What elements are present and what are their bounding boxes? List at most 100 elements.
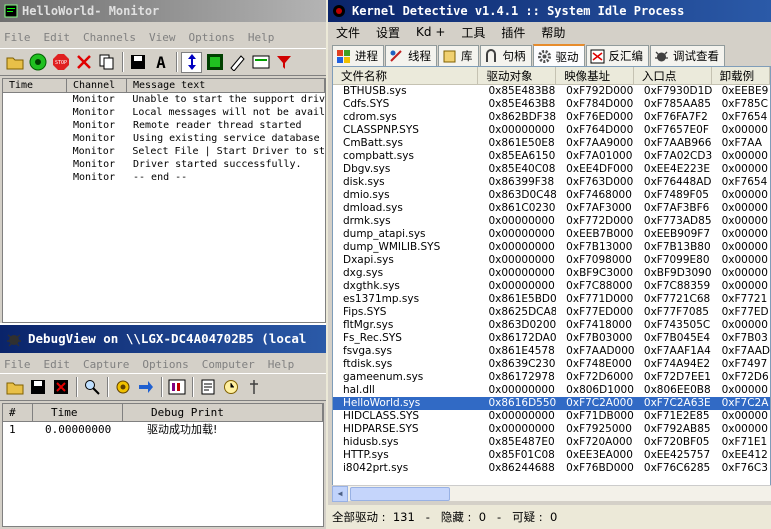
list-item[interactable]: 1 0.00000000 驱动成功加载! [3, 422, 323, 438]
table-row[interactable]: CLASSPNP.SYS 0x00000000 0xF764D000 0xF7657E… [333, 124, 770, 137]
table-row[interactable]: dmio.sys 0x863D0C48 0xF7468000 0xF7489F05 0x… [333, 189, 770, 202]
table-row[interactable]: disk.sys 0x86399F38 0xF763D000 0xF76448AD 0x… [333, 176, 770, 189]
start-green-icon[interactable] [27, 52, 48, 73]
tab-debug-view[interactable]: 调试查看 [650, 45, 725, 66]
table-row[interactable]: dmload.sys 0x861C0230 0xF7AF3000 0xF7AF3BF6… [333, 202, 770, 215]
save-icon[interactable] [127, 52, 148, 73]
table-row[interactable]: hal.dll 0x00000000 0x806D1000 0x806EE0B8 0x0… [333, 384, 770, 397]
table-row[interactable]: Dbgv.sys 0x85E40C08 0xEE4DF000 0xEE4E223E 0x… [333, 163, 770, 176]
open-folder-icon[interactable] [4, 52, 25, 73]
table-row[interactable]: fsvga.sys 0x861E4578 0xF7AAD000 0xF7AAF1A4 0… [333, 345, 770, 358]
table-row[interactable]: HIDCLASS.SYS 0x00000000 0xF71DB000 0xF71E2E… [333, 410, 770, 423]
table-row[interactable]: dump_atapi.sys 0x00000000 0xEEB7B000 0xEEB9… [333, 228, 770, 241]
table-row[interactable]: Cdfs.SYS 0x85E463B8 0xF784D000 0xF785AA85 0x… [333, 98, 770, 111]
tab-handles[interactable]: 句柄 [479, 45, 532, 66]
table-row[interactable]: i8042prt.sys 0x86244688 0xF76BD000 0xF76C62… [333, 462, 770, 475]
list-item[interactable]: Monitor Unable to start the support driv [3, 93, 325, 106]
font-icon[interactable]: A [150, 52, 171, 73]
menu-kd-plus[interactable]: Kd + [416, 25, 445, 39]
scroll-left-arrow-icon[interactable]: ◀ [332, 485, 348, 502]
table-row[interactable]: dump_WMILIB.SYS 0x00000000 0xF7B13000 0xF7B… [333, 241, 770, 254]
list-item[interactable]: Monitor Select File | Start Driver to st [3, 145, 325, 158]
table-row[interactable]: ftdisk.sys 0x8639C230 0xF748E000 0xF74A94E2… [333, 358, 770, 371]
menu-edit[interactable]: Edit [44, 31, 71, 44]
table-row[interactable]: dxgthk.sys 0x00000000 0xF7C88000 0xF7C88359… [333, 280, 770, 293]
find-icon[interactable] [81, 377, 102, 398]
menu-file[interactable]: File [4, 358, 31, 371]
tab-drivers[interactable]: 驱动 [532, 44, 585, 67]
table-row[interactable]: HTTP.sys 0x85F01C08 0xEE3EA000 0xEE425757 0x… [333, 449, 770, 462]
column-unload-routine[interactable]: 卸载例 [712, 67, 770, 84]
list-item[interactable]: Monitor Local messages will not be avail [3, 106, 325, 119]
list-item[interactable]: Monitor -- end -- [3, 171, 325, 184]
clear-log-icon[interactable] [50, 377, 71, 398]
capture-kernel-icon[interactable] [112, 377, 133, 398]
menu-options[interactable]: Options [142, 358, 188, 371]
table-row[interactable]: cdrom.sys 0x862BDF38 0xF76ED000 0xF76FA7F2 0… [333, 111, 770, 124]
column-number[interactable]: # [3, 404, 33, 422]
menu-edit[interactable]: Edit [44, 358, 71, 371]
column-time[interactable]: Time [33, 404, 123, 422]
highlight-icon[interactable] [250, 52, 271, 73]
menu-help[interactable]: Help [268, 358, 295, 371]
table-row[interactable]: dxg.sys 0x00000000 0xBF9C3000 0xBF9D3090 0x0… [333, 267, 770, 280]
list-item[interactable]: Monitor Driver started successfully. [3, 158, 325, 171]
driver-table[interactable]: 文件名称 驱动对象 映像基址 入口点 卸载例 BTHUSB.sys 0x85E48… [332, 66, 771, 501]
menu-help[interactable]: 帮助 [541, 24, 565, 41]
list-item[interactable]: Monitor Remote reader thread started [3, 119, 325, 132]
list-item[interactable]: Monitor Using existing service database [3, 132, 325, 145]
debugview-output-list[interactable]: # Time Debug Print 1 0.00000000 驱动成功加载! [2, 403, 324, 527]
column-message-text[interactable]: Message text [127, 79, 325, 93]
menu-capture[interactable]: Capture [83, 358, 129, 371]
table-row[interactable]: compbatt.sys 0x85EA6150 0xF7A01000 0xF7A02C… [333, 150, 770, 163]
table-row[interactable]: drmk.sys 0x00000000 0xF772D000 0xF773AD85 0x… [333, 215, 770, 228]
filter-icon[interactable] [197, 377, 218, 398]
table-row[interactable]: Fips.SYS 0x8625DCA8 0xF77ED000 0xF77F7085 0x… [333, 306, 770, 319]
table-row[interactable]: es1371mp.sys 0x861E5BD0 0xF771D000 0xF7721C… [333, 293, 770, 306]
timestamp-clock-icon[interactable] [220, 377, 241, 398]
monitor-titlebar[interactable]: HelloWorld- Monitor [0, 0, 326, 22]
copy-icon[interactable] [96, 52, 117, 73]
tab-threads[interactable]: 线程 [385, 45, 437, 66]
autoscroll-icon[interactable] [181, 51, 202, 73]
open-folder-icon[interactable] [4, 377, 25, 398]
menu-view[interactable]: View [149, 31, 176, 44]
column-file-name[interactable]: 文件名称 [333, 67, 479, 84]
tab-libraries[interactable]: 库 [438, 45, 479, 66]
table-row[interactable]: CmBatt.sys 0x861E50E8 0xF7AA9000 0xF7AAB966… [333, 137, 770, 150]
table-row[interactable]: BTHUSB.sys 0x85E483B8 0xF792D000 0xF7930D1D… [333, 85, 770, 98]
stop-icon[interactable]: STOP [50, 52, 71, 73]
menu-options[interactable]: Options [188, 31, 234, 44]
table-row[interactable]: gameenum.sys 0x86172978 0xF72D6000 0xF72D7E… [333, 371, 770, 384]
menu-help[interactable]: Help [248, 31, 275, 44]
debugview-titlebar[interactable]: DebugView on \\LGX-DC4A04702B5 (local [0, 325, 326, 353]
menu-settings[interactable]: 设置 [376, 24, 400, 41]
column-driver-object[interactable]: 驱动对象 [478, 67, 557, 84]
table-row[interactable]: hidusb.sys 0x85E487E0 0xF720A000 0xF720BF05… [333, 436, 770, 449]
menu-tools[interactable]: 工具 [461, 24, 485, 41]
capture-icon[interactable] [204, 52, 225, 73]
horizontal-scrollbar[interactable]: ◀ [332, 485, 771, 502]
menu-file[interactable]: File [4, 31, 31, 44]
table-row[interactable]: Fs_Rec.SYS 0x86172DA0 0xF7B03000 0xF7B045E4… [333, 332, 770, 345]
filter-icon[interactable] [227, 52, 248, 73]
table-row[interactable]: HIDPARSE.SYS 0x00000000 0xF7925000 0xF792AB… [333, 423, 770, 436]
menu-channels[interactable]: Channels [83, 31, 136, 44]
column-entry-point[interactable]: 入口点 [634, 67, 712, 84]
tab-processes[interactable]: 进程 [332, 45, 384, 66]
save-icon[interactable] [27, 377, 48, 398]
monitor-message-list[interactable]: Time Channel Message text Monitor Unable … [2, 78, 326, 323]
column-channel[interactable]: Channel [67, 79, 127, 93]
menu-file[interactable]: 文件 [336, 24, 360, 41]
tab-disassembler[interactable]: 反汇编 [585, 45, 649, 66]
column-image-base[interactable]: 映像基址 [556, 67, 634, 84]
kd-titlebar[interactable]: Kernel Detective v1.4.1 :: System Idle P… [328, 0, 771, 22]
funnel-icon[interactable] [273, 52, 294, 73]
column-debug-print[interactable]: Debug Print [123, 404, 323, 422]
clear-x-icon[interactable] [73, 52, 94, 73]
history-depth-icon[interactable] [166, 377, 187, 398]
autoscroll-arrow-icon[interactable] [135, 377, 156, 398]
scrollbar-thumb[interactable] [350, 486, 450, 501]
pin-icon[interactable] [243, 377, 264, 398]
menu-plugins[interactable]: 插件 [501, 24, 525, 41]
